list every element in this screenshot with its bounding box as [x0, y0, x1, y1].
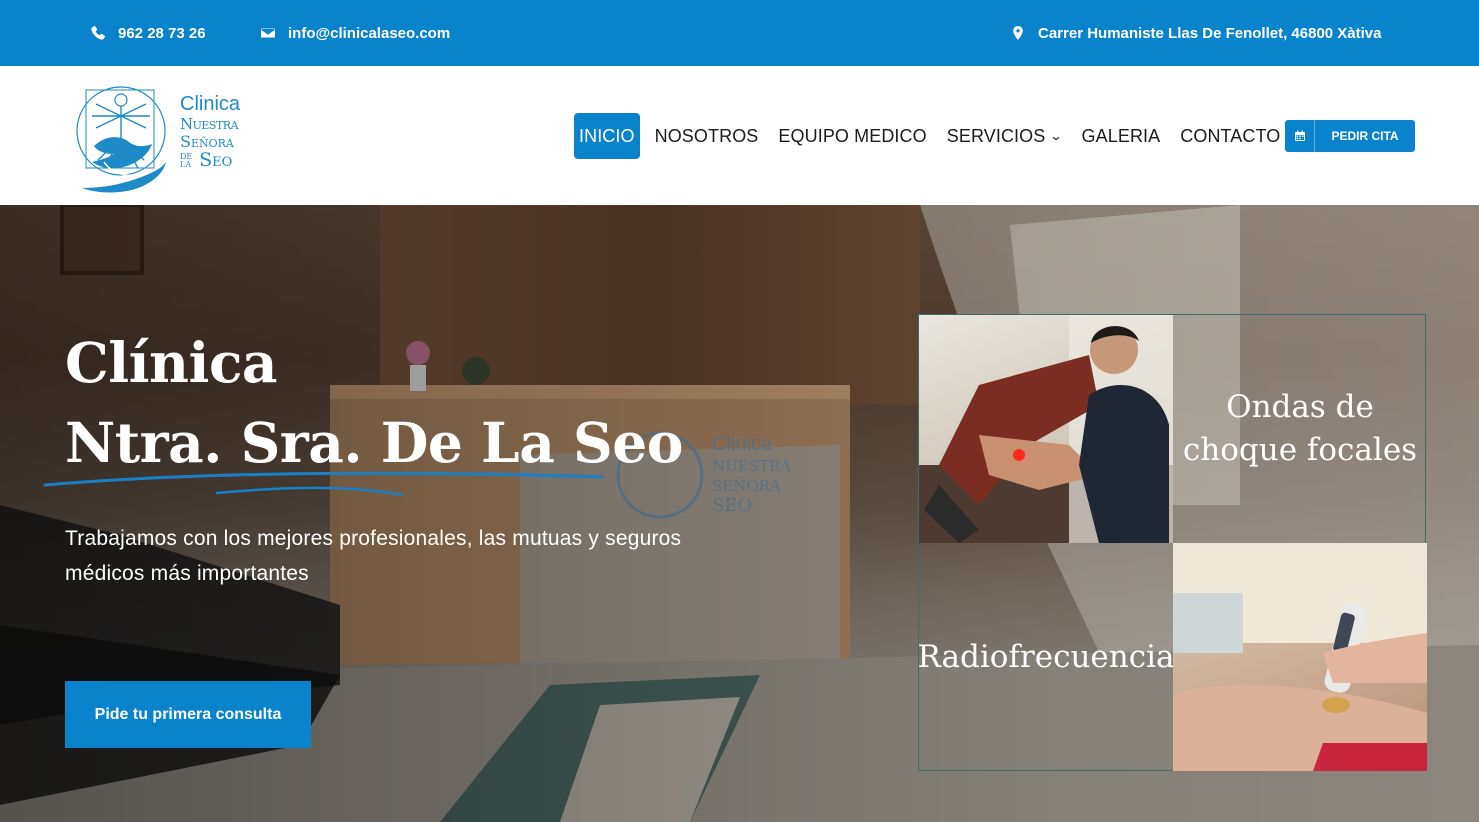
- physio-treatment-image: [919, 315, 1173, 543]
- nav-item-nosotros[interactable]: NOSOTROS: [650, 113, 764, 159]
- email-text: info@clinicalaseo.com: [288, 24, 451, 42]
- location-pin-icon: [1013, 26, 1023, 40]
- topbar-email[interactable]: info@clinicalaseo.com: [260, 0, 450, 66]
- address-text: Carrer Humaniste Llas De Fenollet, 46800…: [1038, 24, 1382, 42]
- calendar-icon: [1285, 120, 1315, 152]
- nav-item-contacto[interactable]: CONTACTO: [1175, 113, 1285, 159]
- nav-item-galeria[interactable]: GALERIA: [1077, 113, 1166, 159]
- envelope-icon: [261, 28, 275, 38]
- logo-line-clinica: Clinica: [180, 93, 241, 115]
- shockwave-device-image: [1173, 543, 1427, 771]
- title-underline-decoration: [43, 471, 604, 497]
- hero-subtitle: Trabajamos con los mejores profesionales…: [65, 527, 682, 585]
- service-photo-shockwave[interactable]: [1173, 543, 1427, 771]
- pedir-cita-label: PEDIR CITA: [1331, 129, 1399, 143]
- logo-line-senora: Señora: [180, 132, 234, 151]
- phone-icon: [91, 25, 105, 40]
- logo-line-de-la-seo: DE LA Seo: [180, 151, 240, 170]
- service-label-ondas: Ondas de choque focales: [1182, 389, 1418, 468]
- nav-item-inicio[interactable]: INICIO: [574, 113, 640, 159]
- logo-de-la: DE LA: [180, 151, 193, 169]
- pedir-cita-button[interactable]: PEDIR CITA: [1285, 120, 1415, 152]
- hero-section: Clinica NUESTRA SEÑORA SEO Clínica Ntra.…: [0, 205, 1479, 822]
- logo-seo: Seo: [199, 149, 233, 171]
- top-contact-bar: 962 28 73 26 info@clinicalaseo.com Carre…: [0, 0, 1479, 66]
- site-header: Clinica Nuestra Señora DE LA Seo INICIO …: [0, 66, 1479, 205]
- hero-title: Clínica Ntra. Sra. De La Seo: [65, 323, 683, 483]
- phone-text: 962 28 73 26: [118, 24, 206, 42]
- service-label-radiofrecuencia: Radiofrecuencia: [919, 639, 1173, 675]
- logo-wordmark: Clinica Nuestra Señora DE LA Seo: [180, 94, 240, 170]
- logo-line-nuestra: Nuestra: [180, 115, 239, 133]
- topbar-address[interactable]: Carrer Humaniste Llas De Fenollet, 46800…: [1010, 0, 1381, 66]
- service-photo-laser[interactable]: [919, 315, 1173, 543]
- chevron-down-icon: ⌄: [1049, 129, 1064, 143]
- first-consultation-button[interactable]: Pide tu primera consulta: [65, 681, 311, 748]
- services-grid: Ondas de choque focales Radiofrecuencia: [918, 314, 1427, 771]
- nav-item-equipo-medico[interactable]: EQUIPO MEDICO: [773, 113, 931, 159]
- vitruvian-logo-icon: [76, 86, 166, 193]
- logo[interactable]: Clinica Nuestra Señora DE LA Seo: [74, 76, 249, 196]
- hero-title-line1: Clínica: [65, 330, 278, 395]
- nav-item-servicios[interactable]: SERVICIOS ⌄: [942, 113, 1067, 159]
- main-nav: INICIO NOSOTROS EQUIPO MEDICO SERVICIOS …: [574, 113, 1295, 159]
- topbar-phone[interactable]: 962 28 73 26: [90, 0, 206, 66]
- nav-item-servicios-label: SERVICIOS: [946, 125, 1046, 146]
- service-card-ondas-de-choque[interactable]: Ondas de choque focales: [1173, 315, 1427, 543]
- service-card-radiofrecuencia[interactable]: Radiofrecuencia: [919, 543, 1173, 771]
